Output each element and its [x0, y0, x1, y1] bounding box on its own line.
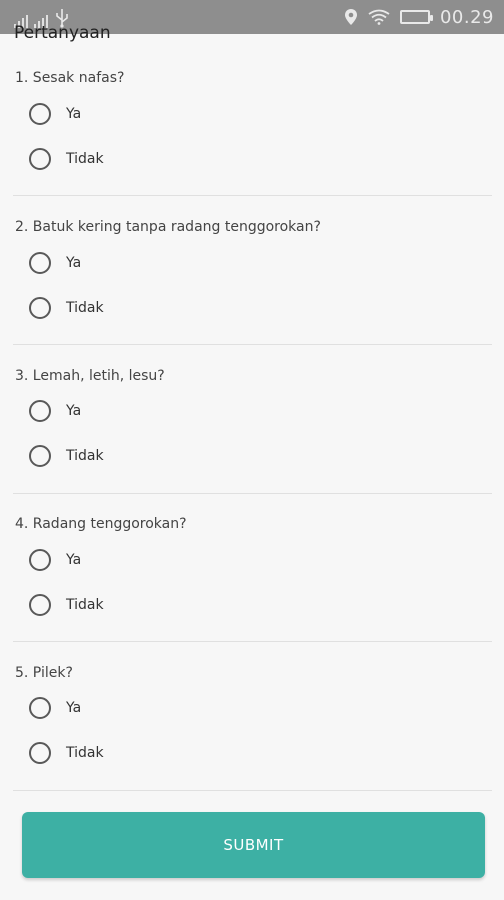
- option-tidak[interactable]: Tidak: [29, 589, 104, 621]
- radio-button[interactable]: [29, 252, 51, 274]
- option-label: Tidak: [66, 300, 104, 316]
- option-tidak[interactable]: Tidak: [29, 143, 104, 175]
- option-ya[interactable]: Ya: [29, 247, 81, 279]
- option-label: Ya: [66, 106, 82, 122]
- radio-button[interactable]: [29, 549, 51, 571]
- option-ya[interactable]: Ya: [29, 692, 81, 724]
- option-label: Ya: [66, 552, 82, 568]
- option-tidak[interactable]: Tidak: [29, 737, 104, 769]
- status-time: 00.29: [439, 6, 494, 28]
- question-text: 2. Batuk kering tanpa radang tenggorokan…: [15, 219, 321, 235]
- status-right: 00.29: [344, 0, 494, 34]
- radio-button[interactable]: [29, 697, 51, 719]
- option-label: Tidak: [66, 745, 104, 761]
- location-icon: [344, 9, 357, 25]
- divider: [13, 641, 492, 642]
- radio-button[interactable]: [29, 297, 51, 319]
- divider: [13, 195, 492, 196]
- submit-button[interactable]: SUBMIT: [22, 812, 485, 878]
- option-label: Tidak: [66, 151, 104, 167]
- wifi-icon: [368, 9, 390, 25]
- option-ya[interactable]: Ya: [29, 395, 81, 427]
- question-text: 4. Radang tenggorokan?: [15, 516, 187, 532]
- radio-button[interactable]: [29, 594, 51, 616]
- option-label: Ya: [66, 403, 82, 419]
- option-tidak[interactable]: Tidak: [29, 292, 104, 324]
- question-text: 5. Pilek?: [15, 665, 73, 681]
- divider: [13, 344, 492, 345]
- option-label: Tidak: [66, 597, 104, 613]
- battery-icon: [399, 10, 433, 24]
- option-ya[interactable]: Ya: [29, 98, 81, 130]
- page-title: Pertanyaan: [14, 23, 111, 43]
- option-label: Ya: [66, 255, 82, 271]
- radio-button[interactable]: [29, 742, 51, 764]
- divider: [13, 493, 492, 494]
- option-ya[interactable]: Ya: [29, 544, 81, 576]
- question-text: 3. Lemah, letih, lesu?: [15, 368, 165, 384]
- divider: [13, 790, 492, 791]
- option-label: Ya: [66, 700, 82, 716]
- radio-button[interactable]: [29, 445, 51, 467]
- option-label: Tidak: [66, 448, 104, 464]
- radio-button[interactable]: [29, 103, 51, 125]
- radio-button[interactable]: [29, 400, 51, 422]
- question-text: 1. Sesak nafas?: [15, 70, 125, 86]
- radio-button[interactable]: [29, 148, 51, 170]
- option-tidak[interactable]: Tidak: [29, 440, 104, 472]
